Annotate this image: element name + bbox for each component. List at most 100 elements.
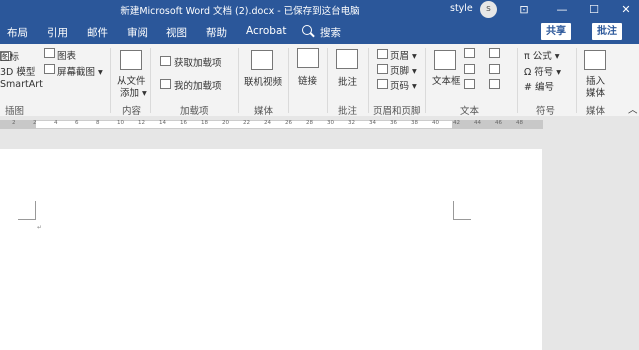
ruler-tick: 22 [243,120,250,126]
drop-cap-icon[interactable] [464,79,475,89]
group-insert-media: 媒体 [586,106,606,117]
equation-button[interactable]: π 公式 ▾ [524,48,560,62]
object-icon [120,50,142,70]
online-video-button[interactable]: 联机视频 [244,74,282,88]
ruler-tick: 24 [264,120,271,126]
quick-parts-icon[interactable] [464,48,475,58]
crop-mark-left [18,201,36,220]
page-number-button[interactable]: 页码 ▾ [390,78,417,92]
search-box[interactable]: 搜索 [320,25,341,40]
insert-media-button-line2[interactable]: 媒体 [586,85,605,99]
3d-models-button[interactable]: 3D 模型 [0,64,35,78]
symbol-button[interactable]: Ω 符号 ▾ [524,64,561,78]
add-button[interactable]: 添加 ▾ [120,85,147,99]
ruler-tick: 2 [33,120,37,126]
chart-icon [44,48,55,58]
group-divider [425,48,426,113]
group-content: 内容 [122,106,142,117]
ribbon-display-icon[interactable]: ⊡ [508,0,540,20]
new-comment-icon [336,49,358,69]
store-icon [160,56,171,66]
ruler-tick: 36 [390,120,397,126]
comments-button[interactable]: 批注 [592,23,622,40]
ruler-tick: 4 [54,120,58,126]
ruler-tick: 16 [180,120,187,126]
ruler-tick: 20 [222,120,229,126]
numbering-button[interactable]: # 编号 [524,79,554,93]
chart-button[interactable]: 图表 [57,48,76,62]
tab-mailings[interactable]: 邮件 [87,25,108,40]
user-name: style [450,3,473,14]
ruler-tick: 44 [474,120,481,126]
header-button[interactable]: 页眉 ▾ [390,48,417,62]
ruler-tick: 28 [306,120,313,126]
group-divider [150,48,151,113]
ruler-tick: 42 [453,120,460,126]
ruler-tick: 32 [348,120,355,126]
tab-view[interactable]: 视图 [166,25,187,40]
ruler-tick: 10 [117,120,124,126]
avatar[interactable]: s [480,1,497,18]
smartart-button[interactable]: SmartArt [0,79,43,90]
ruler-tick: 30 [327,120,334,126]
text-box-button[interactable]: 文本框 [432,73,461,87]
ruler-left-margin [0,120,36,129]
collapse-ribbon-icon[interactable]: ︿ [628,102,638,116]
get-addins-button[interactable]: 获取加载项 [174,55,222,69]
my-addins-icon [160,79,171,89]
ruler-tick: 8 [96,120,100,126]
screenshot-icon [44,64,55,74]
ruler-tick: 6 [75,120,79,126]
group-text: 文本 [460,106,480,117]
new-comment-button[interactable]: 批注 [338,74,357,88]
footer-icon [377,64,388,74]
paragraph-mark: ↵ [37,224,43,231]
tab-references[interactable]: 引用 [47,25,68,40]
group-divider [576,48,577,113]
title-bar: 新建Microsoft Word 文档 (2).docx - 已保存到这台电脑 … [0,0,639,20]
ribbon-tabs: 布局 引用 邮件 审阅 视图 帮助 Acrobat 搜索 共享 批注 [0,20,639,44]
insert-media-icon [584,50,606,70]
date-time-icon[interactable] [489,64,500,74]
group-header-footer: 页眉和页脚 [373,106,421,117]
horizontal-ruler[interactable]: 2 2 4 6 8 10 12 14 16 18 20 22 24 26 28 30 32 34 36 38 40 42 4… [0,116,639,133]
tab-acrobat[interactable]: Acrobat [246,25,287,37]
group-illustrations: 插图 [5,106,25,117]
online-video-icon [251,50,273,70]
ruler-tick: 38 [411,120,418,126]
group-comments: 批注 [338,106,358,117]
search-icon[interactable] [302,25,312,35]
document-page[interactable]: ↵ [0,149,542,350]
my-addins-button[interactable]: 我的加载项 [174,78,222,92]
ruler-tick: 12 [138,120,145,126]
link-button[interactable]: 链接 [298,73,317,87]
screenshot-button[interactable]: 屏幕截图 ▾ [57,64,103,78]
maximize-button[interactable]: ☐ [578,0,610,20]
ruler-tick: 18 [201,120,208,126]
group-divider [517,48,518,113]
minimize-button[interactable]: — [546,0,578,20]
group-divider [327,48,328,113]
close-button[interactable]: ✕ [610,0,639,20]
ruler-tick: 2 [12,120,16,126]
signature-line-icon[interactable] [489,48,500,58]
tab-help[interactable]: 帮助 [206,25,227,40]
ruler-tick: 34 [369,120,376,126]
icons-button[interactable]: 图标 [0,49,19,63]
object-insert-icon[interactable] [489,79,500,89]
tab-layout[interactable]: 布局 [7,25,28,40]
page-number-icon [377,79,388,89]
ruler-tick: 48 [516,120,523,126]
link-icon [297,48,319,68]
group-divider [288,48,289,113]
wordart-icon[interactable] [464,64,475,74]
header-icon [377,49,388,59]
ruler-tick: 14 [159,120,166,126]
footer-button[interactable]: 页脚 ▾ [390,63,417,77]
window-title: 新建Microsoft Word 文档 (2).docx - 已保存到这台电脑 [120,6,360,17]
group-symbols: 符号 [536,106,556,117]
crop-mark-right [453,201,471,220]
share-button[interactable]: 共享 [541,23,571,40]
ruler-tick: 46 [495,120,502,126]
tab-review[interactable]: 审阅 [127,25,148,40]
